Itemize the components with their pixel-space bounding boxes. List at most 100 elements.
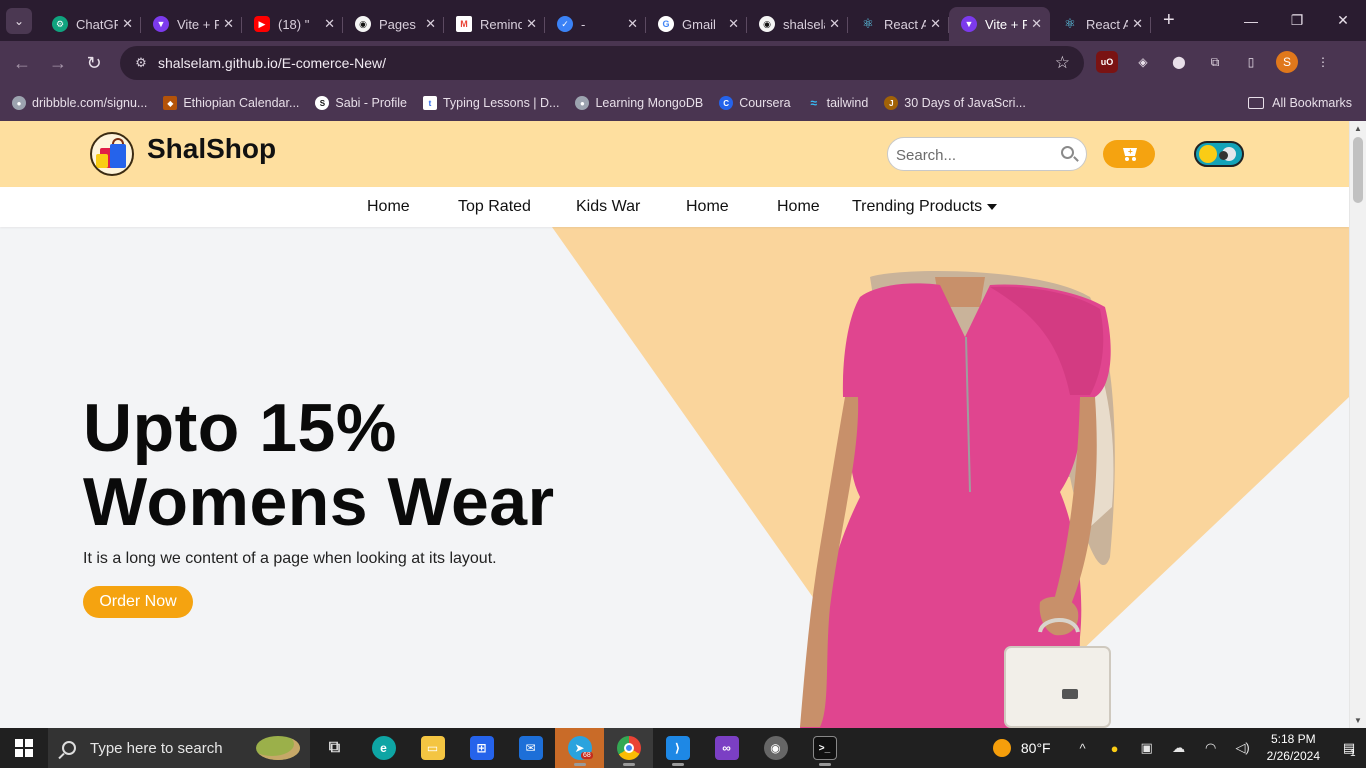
telegram-icon[interactable]: ➤ 68: [555, 728, 604, 768]
order-now-button[interactable]: Order Now: [83, 586, 193, 618]
tab-gmail[interactable]: G Gmail ✕: [646, 7, 747, 41]
visual-studio-icon[interactable]: ∞: [702, 728, 751, 768]
notification-icon[interactable]: ▤ 1: [1332, 740, 1366, 759]
edge-icon[interactable]: e: [359, 728, 408, 768]
start-button[interactable]: [0, 728, 48, 768]
all-bookmarks-button[interactable]: All Bookmarks: [1248, 85, 1352, 121]
brand-name[interactable]: ShalShop: [147, 133, 276, 165]
search-input[interactable]: [896, 144, 1056, 166]
forward-icon[interactable]: →: [40, 53, 76, 74]
nav-kids-war[interactable]: Kids War: [576, 198, 640, 216]
tab-reminders[interactable]: MReminders✕: [444, 7, 545, 41]
url-text[interactable]: shalselam.github.io/E-comerce-New/: [158, 55, 386, 71]
github-icon: ◉: [355, 16, 371, 32]
tab-vite-react-active[interactable]: ▼Vite + React✕: [949, 7, 1050, 41]
vscode-icon[interactable]: ⟩: [653, 728, 702, 768]
close-tab-icon[interactable]: ✕: [728, 16, 739, 32]
close-tab-icon[interactable]: ✕: [930, 16, 941, 32]
close-tab-icon[interactable]: ✕: [1031, 16, 1042, 32]
search-icon[interactable]: [1061, 146, 1074, 159]
ublock-icon[interactable]: uO: [1096, 51, 1118, 73]
close-tab-icon[interactable]: ✕: [324, 16, 335, 32]
close-tab-icon[interactable]: ✕: [425, 16, 436, 32]
window-controls: — ❐ ✕: [1228, 0, 1366, 41]
nav-home-2[interactable]: Home: [686, 198, 729, 216]
close-window-icon[interactable]: ✕: [1320, 0, 1366, 41]
bookmark-item[interactable]: t Typing Lessons | D...: [422, 96, 559, 110]
tab-youtube[interactable]: ▶ (18) " ✕: [242, 7, 343, 41]
scroll-up-icon[interactable]: ▲: [1354, 124, 1362, 133]
sun-icon: [992, 739, 1011, 757]
tab-chatgpt[interactable]: ⚙ChatGPT✕: [40, 7, 141, 41]
more-menu-icon[interactable]: ⋮: [1312, 51, 1334, 73]
dark-mode-toggle[interactable]: [1194, 141, 1244, 167]
cart-button[interactable]: +: [1103, 140, 1155, 168]
bookmark-item[interactable]: C Coursera: [719, 96, 791, 110]
github-icon: ◉: [759, 16, 775, 32]
tab-react-app-2[interactable]: ⚛React App✕: [1050, 7, 1151, 41]
tab-search-button[interactable]: ⌄: [6, 7, 32, 34]
nav-top-rated[interactable]: Top Rated: [458, 198, 531, 216]
close-tab-icon[interactable]: ✕: [122, 16, 133, 32]
back-icon[interactable]: ←: [4, 53, 40, 74]
chrome-icon[interactable]: [604, 728, 653, 768]
profile-avatar[interactable]: S: [1276, 51, 1298, 73]
bookmark-item[interactable]: ≈ tailwind: [807, 96, 868, 110]
nav-trending-products[interactable]: Trending Products: [852, 198, 998, 216]
bookmark-item[interactable]: ◆ Ethiopian Calendar...: [163, 96, 299, 110]
tab-github-shalselam[interactable]: ◉shalselam✕: [747, 7, 848, 41]
puzzle-icon[interactable]: ⧉: [1204, 51, 1226, 73]
new-tab-button[interactable]: +: [1163, 9, 1175, 32]
caret-down-icon: [987, 203, 998, 210]
nav-home-3[interactable]: Home: [777, 198, 820, 216]
tab-vite-react[interactable]: ▼Vite + React✕: [141, 7, 242, 41]
meet-icon[interactable]: ▣: [1131, 740, 1163, 756]
close-tab-icon[interactable]: ✕: [526, 16, 537, 32]
reload-icon[interactable]: ↻: [76, 53, 112, 74]
close-tab-icon[interactable]: ✕: [223, 16, 234, 32]
taskbar-clock[interactable]: 5:18 PM 2/26/2024: [1267, 731, 1320, 765]
github-desktop-icon[interactable]: ◉: [751, 728, 800, 768]
tab-todo[interactable]: ✓ - ✕: [545, 7, 646, 41]
bookmark-item[interactable]: J 30 Days of JavaScri...: [884, 96, 1026, 110]
close-tab-icon[interactable]: ✕: [627, 16, 638, 32]
norton-icon[interactable]: ●: [1099, 741, 1131, 756]
task-view-icon[interactable]: ⧉: [310, 728, 359, 768]
chevron-up-icon[interactable]: ^: [1067, 741, 1099, 756]
weather-widget[interactable]: 80°F: [992, 739, 1051, 757]
mail-icon[interactable]: ✉: [506, 728, 555, 768]
bookmark-item[interactable]: S Sabi - Profile: [315, 96, 407, 110]
page-scrollbar[interactable]: ▲ ▼: [1349, 121, 1366, 728]
extension-icon[interactable]: ⬤: [1168, 51, 1190, 73]
gmail-icon: M: [456, 16, 472, 32]
wifi-icon[interactable]: ◠: [1195, 740, 1227, 756]
bookmark-star-icon[interactable]: ☆: [1055, 53, 1070, 73]
bookmarks-bar: ● dribbble.com/signu... ◆ Ethiopian Calend…: [0, 85, 1366, 121]
nav-home[interactable]: Home: [367, 198, 410, 216]
tab-github-pages[interactable]: ◉ Pages ✕: [343, 7, 444, 41]
extension-icon[interactable]: ◈: [1132, 51, 1154, 73]
address-bar[interactable]: ⚙ shalselam.github.io/E-comerce-New/ ☆: [120, 46, 1084, 80]
close-tab-icon[interactable]: ✕: [829, 16, 840, 32]
onedrive-icon[interactable]: ☁: [1163, 740, 1195, 756]
scroll-thumb[interactable]: [1353, 137, 1363, 203]
minimize-icon[interactable]: —: [1228, 0, 1274, 41]
close-tab-icon[interactable]: ✕: [1132, 16, 1143, 32]
side-panel-icon[interactable]: ▯: [1240, 51, 1262, 73]
volume-icon[interactable]: ◁): [1227, 740, 1259, 756]
folder-icon: [1248, 97, 1265, 109]
bookmark-item[interactable]: ● Learning MongoDB: [575, 96, 703, 110]
bookmark-item[interactable]: ● dribbble.com/signu...: [12, 96, 147, 110]
shop-logo[interactable]: [90, 132, 134, 176]
site-info-icon[interactable]: ⚙: [126, 55, 156, 71]
google-icon: G: [658, 16, 674, 32]
scroll-down-icon[interactable]: ▼: [1354, 716, 1362, 725]
tab-react-app[interactable]: ⚛React App✕: [848, 7, 949, 41]
extensions-area: uO ◈ ⬤ ⧉ ▯ S ⋮: [1096, 51, 1334, 73]
terminal-icon[interactable]: >_: [800, 728, 849, 768]
tailwind-icon: ≈: [810, 96, 817, 110]
restore-icon[interactable]: ❐: [1274, 0, 1320, 41]
store-icon[interactable]: ⊞: [457, 728, 506, 768]
file-explorer-icon[interactable]: ▭: [408, 728, 457, 768]
taskbar-search[interactable]: Type here to search: [48, 728, 310, 768]
